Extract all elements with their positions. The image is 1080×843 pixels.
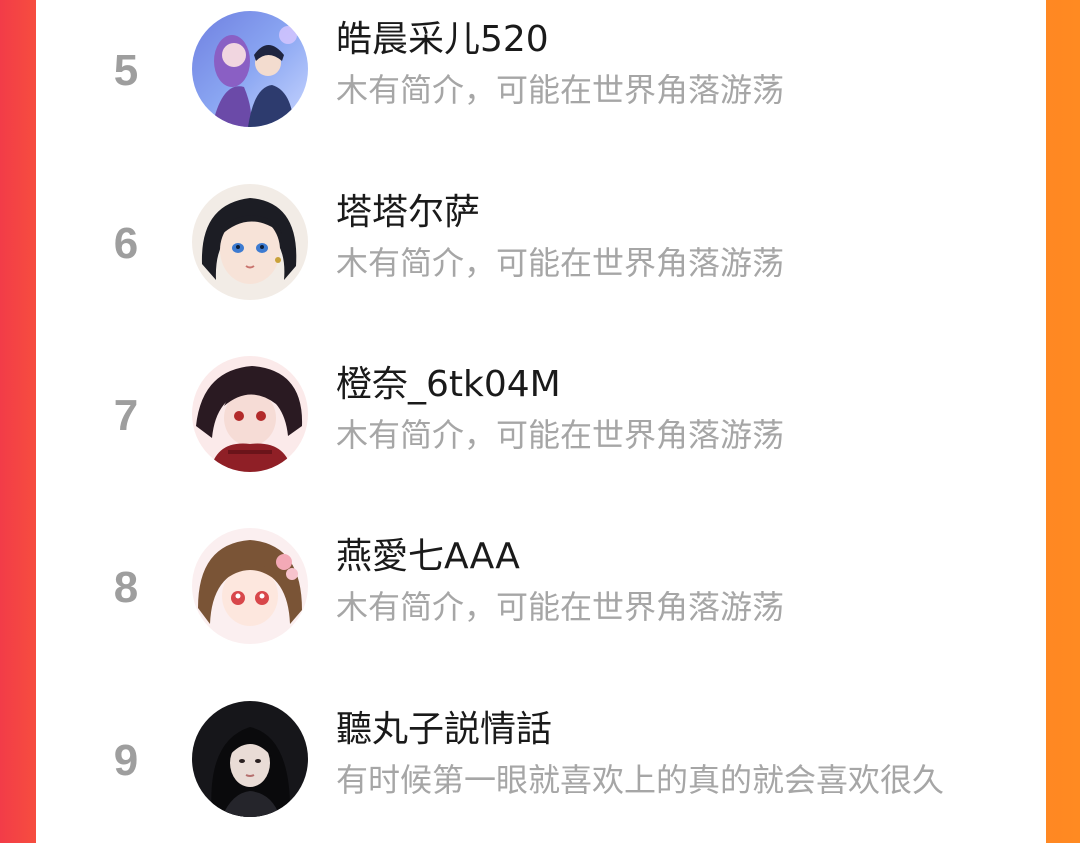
avatar-image-icon <box>192 528 308 644</box>
user-bio: 木有简介，可能在世界角落游荡 <box>336 244 785 282</box>
user-bio: 木有简介，可能在世界角落游荡 <box>336 588 785 626</box>
list-item[interactable]: 7 橙奈_6tk04M 木有简介，可能在世界角落游荡 <box>36 345 1046 517</box>
rank-number: 5 <box>113 46 139 95</box>
ranking-list-panel: 5 皓晨采儿520 木有简介，可能在世界角落游荡 6 塔塔尔萨 木有简介，可能在… <box>36 0 1046 843</box>
list-item[interactable]: 8 燕愛七AAA 木有简介，可能在世界角落游荡 <box>36 517 1046 689</box>
rank-number: 6 <box>113 219 139 268</box>
list-item[interactable]: 5 皓晨采儿520 木有简介，可能在世界角落游荡 <box>36 0 1046 172</box>
list-item[interactable]: 9 聽丸子説情話 有时候第一眼就喜欢上的真的就会喜欢很久 <box>36 690 1046 843</box>
user-bio: 有时候第一眼就喜欢上的真的就会喜欢很久 <box>336 761 945 799</box>
user-name[interactable]: 橙奈_6tk04M <box>336 361 561 409</box>
avatar-image-icon <box>192 11 308 127</box>
user-name[interactable]: 塔塔尔萨 <box>336 189 480 237</box>
rank-number: 9 <box>113 736 139 785</box>
user-name[interactable]: 燕愛七AAA <box>336 533 520 581</box>
avatar-image-icon <box>192 356 308 472</box>
user-bio: 木有简介，可能在世界角落游荡 <box>336 71 785 109</box>
user-bio: 木有简介，可能在世界角落游荡 <box>336 416 785 454</box>
avatar-image-icon <box>192 701 308 817</box>
avatar[interactable] <box>192 184 308 300</box>
avatar[interactable] <box>192 528 308 644</box>
user-name[interactable]: 皓晨采儿520 <box>336 16 549 64</box>
list-item[interactable]: 6 塔塔尔萨 木有简介，可能在世界角落游荡 <box>36 173 1046 345</box>
user-name[interactable]: 聽丸子説情話 <box>336 706 552 754</box>
rank-number: 8 <box>113 563 139 612</box>
avatar[interactable] <box>192 701 308 817</box>
avatar[interactable] <box>192 356 308 472</box>
rank-number: 7 <box>113 391 139 440</box>
avatar[interactable] <box>192 11 308 127</box>
avatar-image-icon <box>192 184 308 300</box>
